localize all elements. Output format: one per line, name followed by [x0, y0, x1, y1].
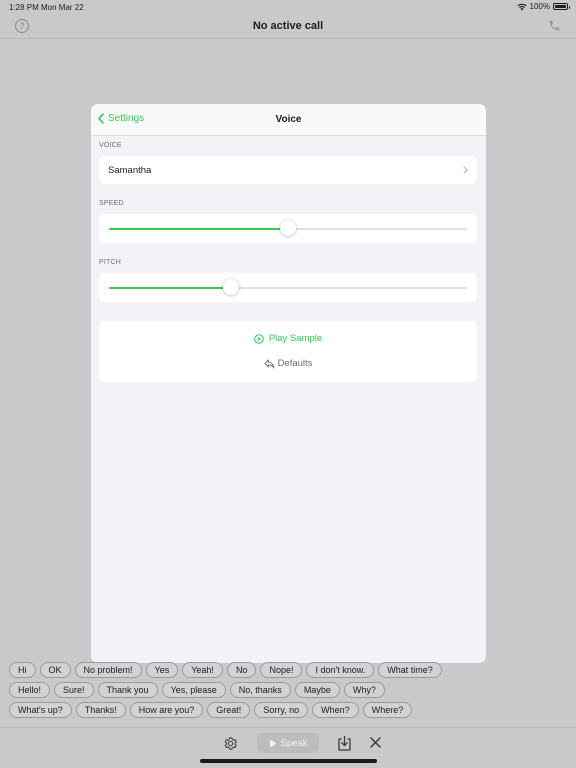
phrase-chip[interactable]: I don't know.	[306, 662, 375, 678]
phrase-row: Hello! Sure! Thank you Yes, please No, t…	[9, 682, 569, 698]
speed-section-label: SPEED	[99, 200, 124, 207]
phrase-chip[interactable]: No, thanks	[229, 682, 291, 698]
phrase-chip[interactable]: Yes, please	[161, 682, 226, 698]
reply-arrow-icon	[264, 359, 275, 368]
phrase-chip[interactable]: Maybe	[294, 682, 340, 698]
chevron-right-icon	[463, 166, 468, 174]
phrase-chip[interactable]: Sorry, no	[254, 702, 309, 718]
phrase-row: What's up? Thanks! How are you? Great! S…	[9, 702, 569, 718]
call-status-title: No active call	[252, 20, 324, 32]
voice-selector[interactable]: Samantha	[99, 156, 477, 184]
voice-value: Samantha	[108, 164, 152, 176]
phrase-chips: Hi OK No problem! Yes Yeah! No Nope! I d…	[9, 662, 569, 722]
phrase-chip[interactable]: Yeah!	[182, 662, 223, 678]
phrase-chip[interactable]: OK	[39, 662, 71, 678]
close-icon[interactable]	[369, 736, 382, 749]
phrase-chip[interactable]: When?	[312, 702, 359, 718]
status-right: 100%	[516, 2, 570, 11]
play-sample-button[interactable]: Play Sample	[99, 333, 477, 344]
gear-icon[interactable]	[223, 736, 238, 751]
phrase-chip[interactable]: Why?	[343, 682, 385, 698]
voice-section-label: VOICE	[99, 142, 122, 149]
tray-download-icon[interactable]	[337, 735, 352, 751]
play-sample-label: Play Sample	[268, 333, 323, 344]
speed-slider-thumb[interactable]	[280, 220, 296, 236]
phrase-chip[interactable]: Thank you	[97, 682, 158, 698]
home-indicator	[200, 759, 377, 763]
phrase-chip[interactable]: Hi	[9, 662, 36, 678]
play-icon	[269, 739, 277, 747]
phrase-chip[interactable]: Sure!	[54, 682, 94, 698]
phrase-chip[interactable]: How are you?	[129, 702, 204, 718]
nav-bar: ? No active call	[0, 14, 576, 39]
status-date: Mon Mar 22	[41, 3, 84, 12]
phone-icon[interactable]	[548, 19, 561, 32]
phrase-chip[interactable]: What time?	[378, 662, 442, 678]
phrase-chip[interactable]: Great!	[207, 702, 251, 718]
voice-card: Samantha	[99, 156, 477, 184]
phrase-chip[interactable]: Thanks!	[75, 702, 126, 718]
modal-title: Voice	[275, 114, 302, 125]
speed-card	[99, 214, 477, 243]
battery-percent: 100%	[529, 2, 550, 11]
phrase-chip[interactable]: Where?	[362, 702, 413, 718]
pitch-section-label: PITCH	[99, 259, 121, 266]
pitch-card	[99, 273, 477, 302]
phrase-chip[interactable]: Hello!	[9, 682, 51, 698]
defaults-label: Defaults	[277, 358, 313, 369]
phrase-chip[interactable]: Yes	[145, 662, 179, 678]
status-time: 1:28 PM	[9, 3, 39, 12]
pitch-slider-thumb[interactable]	[222, 279, 239, 295]
actions-card: Play Sample Defaults	[99, 321, 477, 382]
phrase-chip[interactable]: No problem!	[74, 662, 142, 678]
status-bar: 1:28 PM Mon Mar 22 100%	[0, 0, 576, 14]
speed-slider-fill	[109, 228, 288, 230]
play-circle-icon	[254, 333, 264, 344]
pitch-slider-fill	[109, 287, 231, 289]
voice-settings-modal: Settings Voice VOICE Samantha SPEED PITC…	[91, 104, 486, 663]
modal-header: Settings Voice	[91, 104, 486, 136]
phrase-chip[interactable]: No	[226, 662, 257, 678]
defaults-button[interactable]: Defaults	[99, 358, 477, 369]
phrase-chip[interactable]: What's up?	[9, 702, 72, 718]
battery-icon	[553, 3, 570, 10]
pitch-slider-track[interactable]	[109, 287, 467, 289]
wifi-icon	[516, 3, 527, 10]
phrase-row: Hi OK No problem! Yes Yeah! No Nope! I d…	[9, 662, 569, 678]
phrase-chip[interactable]: Nope!	[260, 662, 303, 678]
speak-label: Speak	[280, 737, 308, 749]
speak-button[interactable]: Speak	[257, 733, 319, 753]
